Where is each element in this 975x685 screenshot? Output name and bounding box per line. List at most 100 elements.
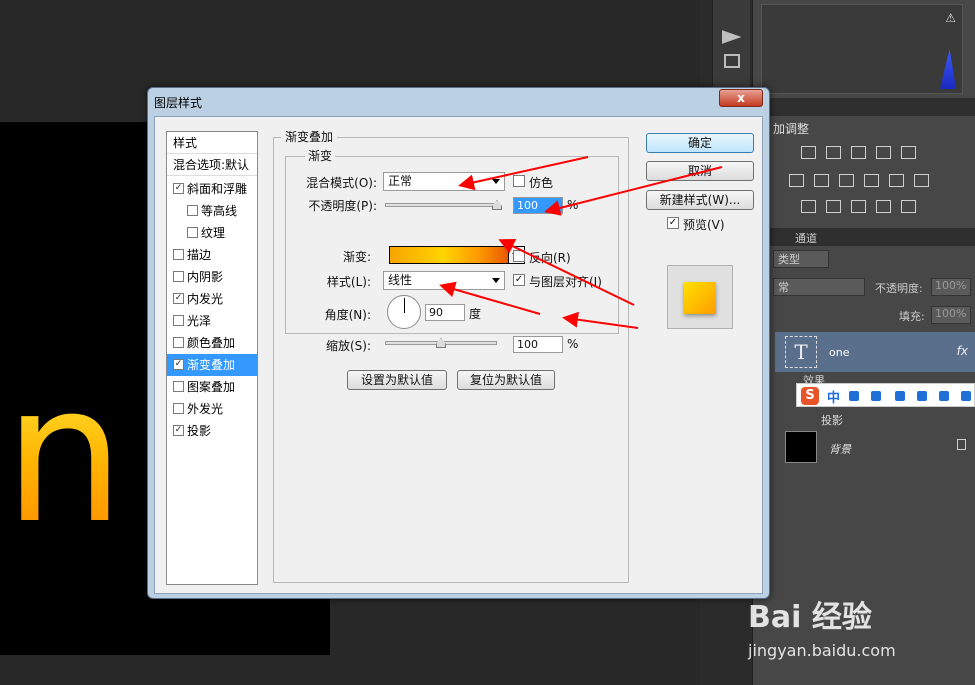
style-item-checkbox[interactable]: ✓ (173, 293, 184, 304)
style-item-checkbox[interactable]: ✓ (173, 425, 184, 436)
make-default-button[interactable]: 设置为默认值 (347, 370, 447, 390)
wrench-icon[interactable] (961, 391, 971, 401)
new-style-button[interactable]: 新建样式(W)... (646, 190, 754, 210)
style-item-checkbox[interactable] (173, 381, 184, 392)
posterize-icon[interactable] (826, 200, 841, 213)
chevron-down-icon (492, 179, 500, 184)
align-with-layer-checkbox[interactable]: ✓ (513, 274, 525, 286)
ime-logo-icon[interactable]: S (801, 387, 819, 405)
style-item[interactable]: 描边 (167, 244, 257, 266)
layer-filter-select[interactable]: 类型 (773, 250, 829, 268)
layer-blend-mode-select[interactable]: 常 (773, 278, 865, 296)
style-item-checkbox[interactable] (173, 271, 184, 282)
style-item[interactable]: 颜色叠加 (167, 332, 257, 354)
layer-row-background[interactable]: 背景 (775, 428, 975, 466)
ime-toolbar[interactable]: S 中 (796, 383, 975, 407)
histogram-panel: ⚠ (761, 4, 963, 94)
angle-input[interactable]: 90 (425, 304, 465, 321)
invert-icon[interactable] (801, 200, 816, 213)
curves-icon[interactable] (851, 146, 866, 159)
scale-input[interactable]: 100 (513, 336, 563, 353)
blend-options-item[interactable]: 混合选项:默认 (167, 154, 257, 176)
fx-icon[interactable]: fx (957, 344, 968, 358)
layer-name: one (829, 346, 850, 359)
play-icon[interactable] (721, 30, 742, 44)
tab-channels[interactable]: 通道 (795, 230, 817, 246)
style-item-checkbox[interactable] (173, 249, 184, 260)
close-button[interactable]: x (719, 89, 763, 107)
style-item-checkbox[interactable] (173, 403, 184, 414)
style-item-checkbox[interactable] (187, 227, 198, 238)
levels-icon[interactable] (826, 146, 841, 159)
threshold-icon[interactable] (851, 200, 866, 213)
style-item[interactable]: ✓ 内发光 (167, 288, 257, 310)
reverse-checkbox[interactable] (513, 250, 525, 262)
keyboard-icon[interactable] (895, 391, 905, 401)
hue-saturation-icon[interactable] (789, 174, 804, 187)
style-item-checkbox[interactable]: ✓ (173, 183, 184, 194)
gradient-overlay-title: 渐变叠加 (281, 128, 338, 145)
dither-checkbox[interactable] (513, 175, 525, 187)
black-white-icon[interactable] (839, 174, 854, 187)
reset-default-button[interactable]: 复位为默认值 (457, 370, 555, 390)
style-item[interactable]: 纹理 (167, 222, 257, 244)
style-item-label: 描边 (187, 248, 212, 262)
moon-icon[interactable] (849, 391, 859, 401)
opacity-slider[interactable] (385, 203, 497, 207)
style-item[interactable]: 等高线 (167, 200, 257, 222)
angle-unit: 度 (469, 307, 482, 321)
style-item[interactable]: 外发光 (167, 398, 257, 420)
chevron-down-icon (492, 278, 500, 283)
layer-row-one[interactable]: T one fx (775, 332, 975, 372)
layer-fill-label: 填充: (899, 310, 925, 323)
color-lookup-icon[interactable] (914, 174, 929, 187)
gradient-map-icon[interactable] (901, 200, 916, 213)
style-item[interactable]: ✓ 投影 (167, 420, 257, 442)
adjustments-row-3 (801, 200, 926, 216)
cube-icon[interactable] (723, 54, 740, 68)
preview-label: 预览(V) (683, 218, 725, 232)
style-item-checkbox[interactable] (173, 315, 184, 326)
style-item-label: 颜色叠加 (187, 336, 236, 350)
vibrance-icon[interactable] (901, 146, 916, 159)
adjustments-tab-strip (753, 98, 975, 116)
gradient-style-select[interactable]: 线性 (383, 271, 505, 290)
canvas-text-letter: n (4, 344, 125, 565)
layer-opacity-input[interactable]: 100% (931, 278, 971, 296)
text-layer-thumbnail: T (785, 336, 817, 368)
color-balance-icon[interactable] (814, 174, 829, 187)
punctuation-icon[interactable] (871, 391, 881, 401)
style-item-checkbox[interactable]: ✓ (173, 359, 184, 370)
blend-mode-select[interactable]: 正常 (383, 172, 505, 191)
channel-mixer-icon[interactable] (889, 174, 904, 187)
style-item[interactable]: ✓ 渐变叠加 (167, 354, 257, 376)
style-item[interactable]: 图案叠加 (167, 376, 257, 398)
layers-tab-strip: 通道 (753, 228, 975, 246)
cancel-button[interactable]: 取消 (646, 161, 754, 181)
style-item-checkbox[interactable] (173, 337, 184, 348)
style-item[interactable]: 内阴影 (167, 266, 257, 288)
selective-color-icon[interactable] (876, 200, 891, 213)
angle-dial-needle (404, 298, 405, 313)
dialog-titlebar[interactable]: 图层样式 x (148, 88, 769, 116)
layer-fill-input[interactable]: 100% (931, 306, 971, 324)
gradient-preview-swatch[interactable] (389, 246, 509, 264)
user-icon[interactable] (917, 391, 927, 401)
preview-checkbox[interactable]: ✓ (667, 217, 679, 229)
ime-language-toggle[interactable]: 中 (827, 387, 840, 406)
style-item[interactable]: ✓ 斜面和浮雕 (167, 178, 257, 200)
ok-button[interactable]: 确定 (646, 133, 754, 153)
style-item[interactable]: 光泽 (167, 310, 257, 332)
blend-mode-value: 正常 (388, 174, 413, 188)
style-item-checkbox[interactable] (187, 205, 198, 216)
styles-list-header[interactable]: 样式 (167, 132, 257, 154)
angle-dial[interactable] (387, 295, 421, 329)
brightness-icon[interactable] (801, 146, 816, 159)
opacity-input[interactable]: 100 (513, 197, 563, 214)
exposure-icon[interactable] (876, 146, 891, 159)
warning-icon[interactable]: ⚠ (945, 11, 956, 25)
photo-filter-icon[interactable] (864, 174, 879, 187)
scale-label: 缩放(S): (325, 339, 371, 353)
layer-effect-shadow-row[interactable]: 投影 (821, 412, 843, 428)
shirt-icon[interactable] (939, 391, 949, 401)
